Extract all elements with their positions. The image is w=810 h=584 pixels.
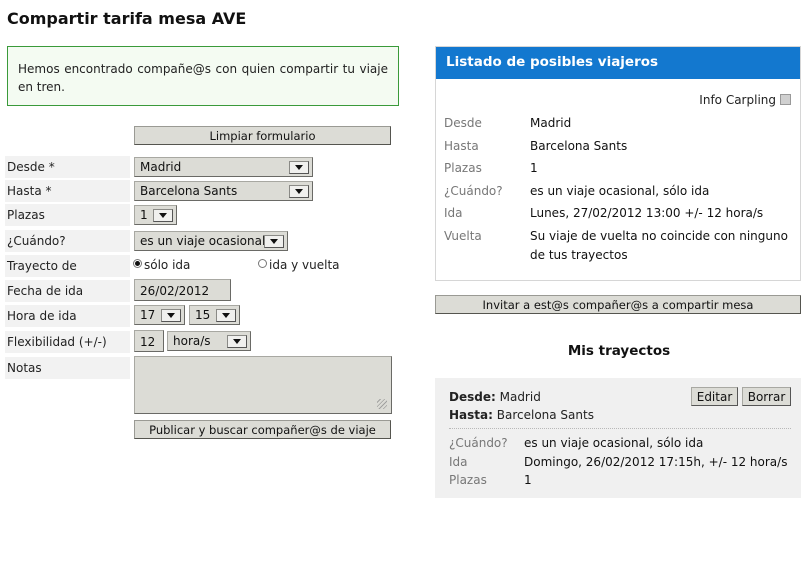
chevron-down-icon xyxy=(153,209,173,222)
flex-label: Flexibilidad (+/-) xyxy=(5,331,130,353)
clear-form-button[interactable]: Limpiar formulario xyxy=(134,126,391,145)
hasta-label: Hasta * xyxy=(5,180,130,202)
row-label: Vuelta xyxy=(444,229,482,243)
chevron-down-icon xyxy=(227,335,247,348)
trip-row-label: Ida xyxy=(449,455,468,469)
travelers-panel: Listado de posibles viajeros Info Carpli… xyxy=(435,46,801,281)
hora-label: Hora de ida xyxy=(5,305,130,327)
row-value: Barcelona Sants xyxy=(530,139,628,153)
row-value: 1 xyxy=(530,161,538,175)
hasta-select[interactable]: Barcelona Sants xyxy=(134,181,313,201)
chevron-down-icon xyxy=(216,309,236,322)
row-label: Plazas xyxy=(444,161,482,175)
minute-select-value: 15 xyxy=(195,308,211,322)
notas-label: Notas xyxy=(5,357,130,379)
cuando-select[interactable]: es un viaje ocasional xyxy=(134,231,288,251)
hour-select-value: 17 xyxy=(140,308,156,322)
trip-from: Desde: Madrid xyxy=(449,390,541,404)
trip-from-label: Desde: xyxy=(449,390,496,404)
chevron-down-icon xyxy=(264,235,284,248)
radio-one-way[interactable]: sólo ida xyxy=(133,258,190,272)
publish-search-button[interactable]: Publicar y buscar compañer@s de viaje xyxy=(134,420,391,439)
hasta-select-value: Barcelona Sants xyxy=(140,184,238,198)
desde-select-value: Madrid xyxy=(140,160,182,174)
delete-button[interactable]: Borrar xyxy=(742,387,791,406)
resize-grip-icon[interactable] xyxy=(377,399,387,409)
cuando-select-value: es un viaje ocasional xyxy=(140,234,266,248)
notas-textarea[interactable] xyxy=(134,356,392,414)
edit-button[interactable]: Editar xyxy=(691,387,738,406)
row-value: es un viaje ocasional, sólo ida xyxy=(530,184,710,198)
trip-to: Hasta: Barcelona Sants xyxy=(449,408,594,422)
trip-from-value: Madrid xyxy=(499,390,541,404)
chevron-down-icon xyxy=(289,161,309,174)
trip-row-value: es un viaje ocasional, sólo ida xyxy=(524,436,704,450)
desde-select[interactable]: Madrid xyxy=(134,157,313,177)
my-trips-title: Mis trayectos xyxy=(567,343,671,359)
row-value: Su viaje de vuelta no coincide con ningu… xyxy=(530,229,788,262)
cuando-label: ¿Cuándo? xyxy=(5,230,130,252)
minute-select[interactable]: 15 xyxy=(189,305,240,325)
info-carpling-checkbox[interactable] xyxy=(780,94,791,105)
flex-unit-select[interactable]: hora/s xyxy=(167,331,251,351)
plazas-select-value: 1 xyxy=(140,208,148,222)
success-notice: Hemos encontrado compañe@s con quien com… xyxy=(7,46,399,106)
divider xyxy=(449,428,791,429)
trip-row-label: Plazas xyxy=(449,473,487,487)
row-label: Ida xyxy=(444,206,463,220)
chevron-down-icon xyxy=(289,185,309,198)
invite-button[interactable]: Invitar a est@s compañer@s a compartir m… xyxy=(435,295,801,314)
trip-row-value: Domingo, 26/02/2012 17:15h, +/- 12 hora/… xyxy=(524,455,788,469)
radio-unselected-icon xyxy=(258,259,267,268)
trip-row-label: ¿Cuándo? xyxy=(449,436,508,450)
flex-unit-value: hora/s xyxy=(173,334,211,348)
panel-title: Listado de posibles viajeros xyxy=(436,47,800,79)
info-carpling[interactable]: Info Carpling xyxy=(699,93,791,107)
trip-to-value: Barcelona Sants xyxy=(496,408,594,422)
desde-label: Desde * xyxy=(5,156,130,178)
flex-input[interactable]: 12 xyxy=(134,330,164,352)
fecha-input[interactable]: 26/02/2012 xyxy=(134,279,231,301)
chevron-down-icon xyxy=(161,309,181,322)
radio-selected-icon xyxy=(133,259,142,268)
trip-row-value: 1 xyxy=(524,473,532,487)
fecha-label: Fecha de ida xyxy=(5,280,130,302)
row-label: Hasta xyxy=(444,139,479,153)
hour-select[interactable]: 17 xyxy=(134,305,185,325)
trip-card: Desde: Madrid Hasta: Barcelona Sants Edi… xyxy=(435,378,801,498)
row-label: ¿Cuándo? xyxy=(444,184,503,198)
info-carpling-label: Info Carpling xyxy=(699,93,776,107)
notice-text: Hemos encontrado compañe@s con quien com… xyxy=(18,62,388,94)
row-label: Desde xyxy=(444,116,482,130)
radio-round-trip[interactable]: ida y vuelta xyxy=(258,258,340,272)
radio-one-way-label: sólo ida xyxy=(144,258,191,272)
page-title: Compartir tarifa mesa AVE xyxy=(7,9,247,28)
row-value: Lunes, 27/02/2012 13:00 +/- 12 hora/s xyxy=(530,206,764,220)
trayecto-label: Trayecto de xyxy=(5,255,130,277)
plazas-label: Plazas xyxy=(5,204,130,226)
radio-round-trip-label: ida y vuelta xyxy=(269,258,340,272)
row-value: Madrid xyxy=(530,116,572,130)
plazas-select[interactable]: 1 xyxy=(134,205,177,225)
trip-to-label: Hasta: xyxy=(449,408,493,422)
